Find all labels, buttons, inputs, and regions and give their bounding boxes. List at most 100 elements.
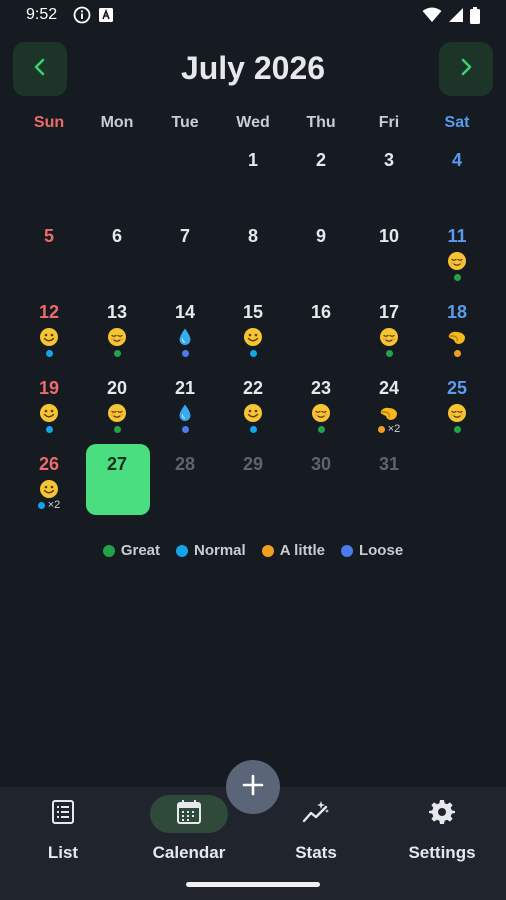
calendar-day[interactable]: 13 — [83, 292, 151, 368]
calendar-day[interactable]: 9 — [287, 216, 355, 292]
plus-icon — [241, 773, 265, 802]
legend-dot — [176, 544, 189, 557]
day-number: 27 — [106, 454, 128, 474]
day-number: 4 — [451, 150, 462, 170]
day-number: 11 — [447, 226, 467, 246]
entry-indicator — [453, 273, 461, 282]
signal-icon — [448, 7, 464, 23]
day-number: 28 — [174, 454, 196, 474]
nav-item-calendar[interactable]: Calendar — [126, 795, 252, 875]
calendar-day[interactable]: 18 — [423, 292, 491, 368]
month-title: July 2026 — [180, 50, 326, 86]
empty-cell — [83, 140, 151, 216]
day-number: 7 — [179, 226, 190, 246]
calendar-day[interactable]: 21 — [151, 368, 219, 444]
battery-icon — [470, 6, 480, 24]
empty-cell — [151, 140, 219, 216]
calendar-day[interactable]: 16 — [287, 292, 355, 368]
legend-label: Great — [120, 542, 161, 559]
great-dot — [113, 426, 121, 433]
day-number: 12 — [38, 302, 60, 322]
calendar-day[interactable]: 6 — [83, 216, 151, 292]
pinch-emoji-icon — [447, 327, 467, 347]
nav-label-list: List — [47, 843, 79, 862]
day-number: 8 — [247, 226, 258, 246]
a-little-dot — [453, 350, 461, 357]
legend-item-a-little: A little — [261, 542, 325, 559]
entry-count: ×2 — [47, 499, 61, 511]
entry-indicator — [45, 349, 53, 358]
calendar-day[interactable]: 24 ×2 — [355, 368, 423, 444]
day-number: 16 — [310, 302, 332, 322]
legend-dot — [340, 544, 353, 557]
home-indicator — [186, 882, 320, 887]
day-number: 14 — [174, 302, 196, 322]
calendar-day[interactable]: 29 — [219, 444, 287, 520]
nav-item-stats[interactable]: Stats — [253, 795, 379, 875]
smile-emoji-icon — [39, 479, 59, 499]
calendar-day[interactable]: 30 — [287, 444, 355, 520]
nav-label-calendar: Calendar — [152, 843, 226, 862]
calendar-day[interactable]: 4 — [423, 140, 491, 216]
nav-item-list[interactable]: List — [0, 795, 126, 875]
relieved-emoji-icon — [107, 327, 127, 347]
day-number: 1 — [247, 150, 258, 170]
relieved-emoji-icon — [379, 327, 399, 347]
calendar-day[interactable]: 7 — [151, 216, 219, 292]
day-number: 23 — [310, 378, 332, 398]
calendar-day[interactable]: 23 — [287, 368, 355, 444]
legend-item-loose: Loose — [340, 542, 403, 559]
calendar-day[interactable]: 2 — [287, 140, 355, 216]
weekday-fri: Fri — [378, 114, 400, 131]
droplet-emoji-icon — [175, 403, 195, 423]
calendar-day[interactable]: 14 — [151, 292, 219, 368]
entry-count: ×2 — [387, 423, 401, 435]
calendar-day[interactable]: 20 — [83, 368, 151, 444]
great-dot — [113, 350, 121, 357]
calendar-day[interactable]: 31 — [355, 444, 423, 520]
calendar-day[interactable]: 19 — [15, 368, 83, 444]
weekday-tue: Tue — [171, 114, 199, 131]
day-number: 29 — [242, 454, 264, 474]
calendar-day[interactable]: 11 — [423, 216, 491, 292]
calendar-day[interactable]: 5 — [15, 216, 83, 292]
calendar-day[interactable]: 25 — [423, 368, 491, 444]
normal-dot — [45, 426, 53, 433]
calendar-day[interactable]: 12 — [15, 292, 83, 368]
nav-label-settings: Settings — [408, 843, 476, 862]
entry-indicator — [249, 425, 257, 434]
next-month-button[interactable] — [439, 42, 493, 96]
smile-emoji-icon — [39, 403, 59, 423]
calendar-day[interactable]: 15 — [219, 292, 287, 368]
calendar-day-today[interactable]: 27 — [83, 444, 151, 520]
nav-item-settings[interactable]: Settings — [379, 795, 505, 875]
calendar-day[interactable]: 26 ×2 — [15, 444, 83, 520]
great-dot — [317, 426, 325, 433]
calendar-grid: 1 2 3 4 5 6 7 8 9 10 11 12 13 14 15 16 17 18 19 20 21 22 23 24 ×… — [15, 140, 491, 520]
calendar-day[interactable]: 8 — [219, 216, 287, 292]
info-icon — [73, 6, 91, 24]
calendar-day[interactable]: 3 — [355, 140, 423, 216]
empty-cell — [15, 140, 83, 216]
calendar-day[interactable]: 1 — [219, 140, 287, 216]
entry-indicator — [181, 349, 189, 358]
calendar-day[interactable]: 10 — [355, 216, 423, 292]
entry-indicator — [453, 425, 461, 434]
droplet-emoji-icon — [175, 327, 195, 347]
day-number: 21 — [174, 378, 196, 398]
a-little-dot — [377, 426, 385, 433]
calendar-day[interactable]: 28 — [151, 444, 219, 520]
entry-indicator — [317, 425, 325, 434]
day-number: 15 — [242, 302, 264, 322]
day-number: 9 — [315, 226, 326, 246]
relieved-emoji-icon — [447, 251, 467, 271]
gear-icon — [429, 799, 455, 830]
add-entry-button[interactable] — [226, 760, 280, 814]
great-dot — [453, 274, 461, 281]
day-number: 13 — [106, 302, 128, 322]
calendar-day[interactable]: 17 — [355, 292, 423, 368]
legend-dot — [102, 544, 115, 557]
entry-indicator — [453, 349, 461, 358]
calendar-day[interactable]: 22 — [219, 368, 287, 444]
day-number: 17 — [378, 302, 400, 322]
